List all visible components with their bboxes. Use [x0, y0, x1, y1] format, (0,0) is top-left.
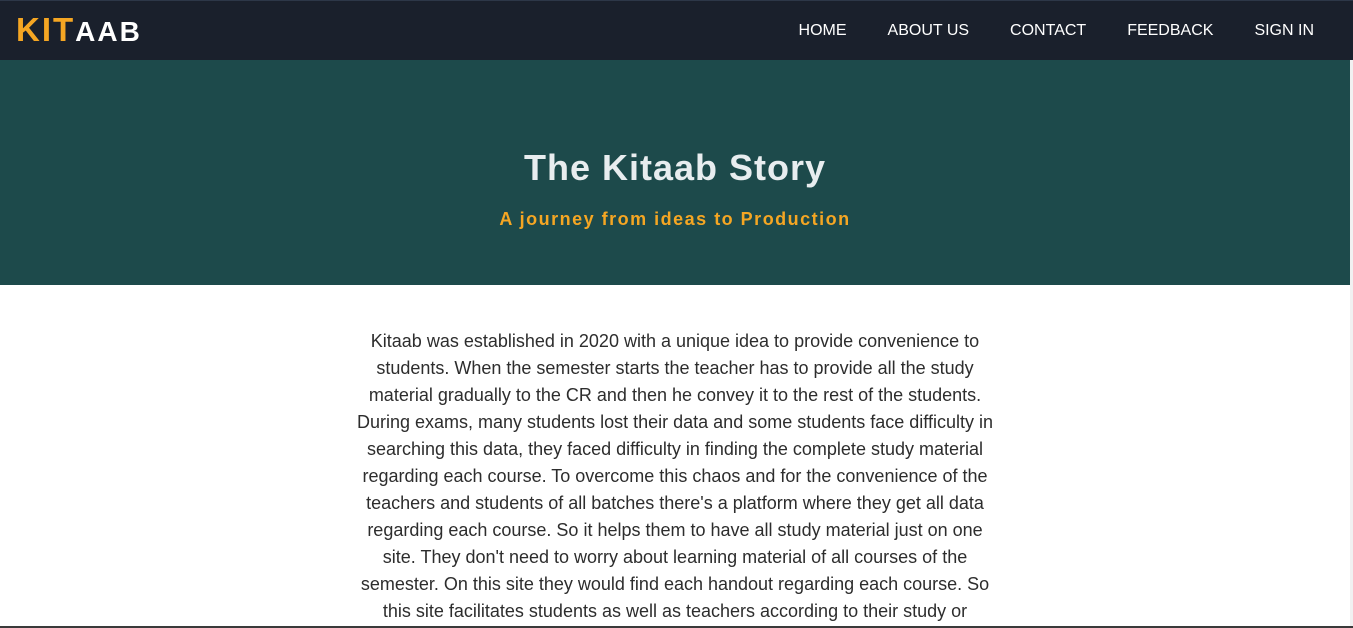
hero-banner: The Kitaab Story A journey from ideas to…: [0, 60, 1350, 285]
nav-link-feedback[interactable]: FEEDBACK: [1127, 21, 1213, 41]
hero-title: The Kitaab Story: [523, 147, 827, 188]
nav-link-home[interactable]: HOME: [799, 21, 847, 41]
hero-subtitle: A journey from ideas to Production: [499, 209, 851, 229]
nav-menu: HOME ABOUT US CONTACT FEEDBACK SIGN IN: [799, 1, 1314, 61]
nav-link-about-us[interactable]: ABOUT US: [888, 21, 970, 41]
brand-logo-part-1: KIT: [16, 11, 76, 48]
brand-logo-part-2: AAB: [75, 16, 142, 47]
brand-logo[interactable]: KITAAB: [16, 11, 142, 51]
nav-link-sign-in[interactable]: SIGN IN: [1254, 21, 1314, 41]
story-content: Kitaab was established in 2020 with a un…: [353, 328, 997, 625]
nav-link-contact[interactable]: CONTACT: [1010, 21, 1086, 41]
top-navbar: KITAAB HOME ABOUT US CONTACT FEEDBACK SI…: [0, 0, 1353, 60]
story-paragraph: Kitaab was established in 2020 with a un…: [357, 331, 993, 621]
page: KITAAB HOME ABOUT US CONTACT FEEDBACK SI…: [0, 0, 1353, 628]
